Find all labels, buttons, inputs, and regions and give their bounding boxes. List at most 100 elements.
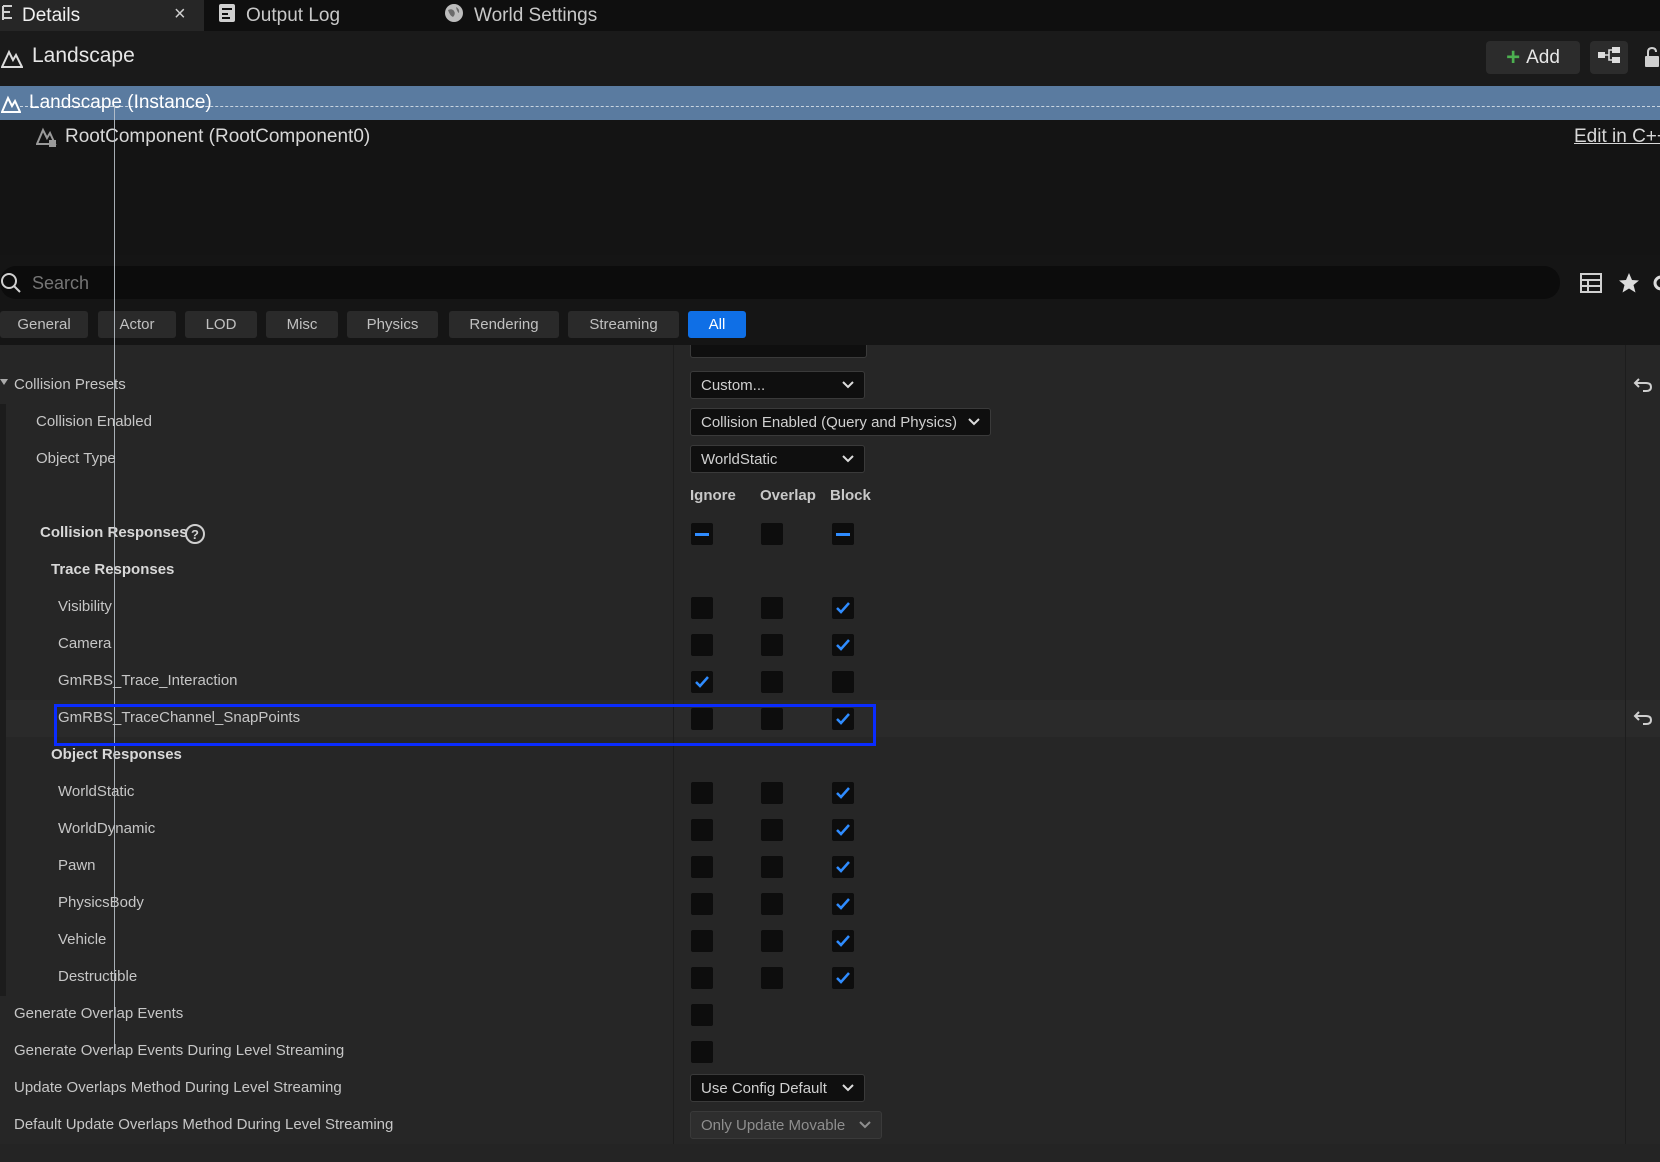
block-checkbox[interactable] [832,782,854,804]
partial-value-field[interactable] [690,345,867,358]
block-checkbox[interactable] [832,893,854,915]
checkmark-icon [836,602,850,614]
generate-overlap-streaming-label: Generate Overlap Events During Level Str… [14,1042,345,1059]
all-ignore-checkbox[interactable] [691,523,713,545]
collision-presets-dropdown[interactable]: Custom... [690,371,865,399]
update-overlaps-method-dropdown[interactable]: Use Config Default [690,1074,865,1102]
block-checkbox[interactable] [832,930,854,952]
highlight-box [54,704,876,746]
checkmark-icon [836,898,850,910]
svg-text:?: ? [191,527,199,542]
block-checkbox[interactable] [832,967,854,989]
channel-label: Pawn [58,857,96,874]
edit-in-cpp-link[interactable]: Edit in C++ [1574,126,1660,148]
all-overlap-checkbox[interactable] [761,523,783,545]
column-ignore: Ignore [690,487,736,504]
channel-label: Vehicle [58,931,107,948]
object-row-worldstatic: WorldStatic [0,774,1660,811]
tab-world-settings[interactable]: World Settings [444,0,664,31]
checkmark-icon [836,935,850,947]
checkmark-icon [836,787,850,799]
block-checkbox[interactable] [832,671,854,693]
filter-actor[interactable]: Actor [98,311,176,338]
root-component-label[interactable]: RootComponent (RootComponent0) [65,126,370,148]
property-row-object-type: Object Type WorldStatic [0,441,1660,478]
default-update-overlaps-value: Only Update Movable [701,1116,846,1134]
generate-overlap-events-checkbox[interactable] [691,1004,713,1026]
tab-output-log-label: Output Log [246,4,341,26]
tab-world-settings-label: World Settings [474,4,598,26]
generate-overlap-streaming-checkbox[interactable] [691,1041,713,1063]
overlap-checkbox[interactable] [761,634,783,656]
overlap-checkbox[interactable] [761,819,783,841]
reset-to-default-icon[interactable] [1633,376,1653,394]
ignore-checkbox[interactable] [691,967,713,989]
filter-all[interactable]: All [688,311,746,338]
property-row-trace-responses: Trace Responses [0,552,1660,589]
object-type-label: Object Type [36,450,116,467]
search-input[interactable] [30,268,1534,298]
ignore-checkbox[interactable] [691,634,713,656]
overlap-checkbox[interactable] [761,782,783,804]
help-icon[interactable]: ? [184,523,206,550]
add-component-button[interactable]: + Add [1486,41,1580,74]
overlap-checkbox[interactable] [761,856,783,878]
ignore-checkbox[interactable] [691,893,713,915]
trace-row-camera: Camera [0,626,1660,663]
overlap-checkbox[interactable] [761,671,783,693]
checkmark-icon [695,676,709,688]
filter-rendering[interactable]: Rendering [449,311,559,338]
trace-row-interaction: GmRBS_Trace_Interaction [0,663,1660,700]
search-icon [0,272,22,299]
property-matrix-icon[interactable] [1580,273,1602,298]
property-row-collision-enabled: Collision Enabled Collision Enabled (Que… [0,404,1660,441]
filter-lod[interactable]: LOD [185,311,257,338]
plus-icon: + [1506,43,1521,71]
tab-output-log[interactable]: Output Log [218,0,418,31]
property-row-collision-presets: Collision Presets Custom... [0,367,1660,404]
overlap-checkbox[interactable] [761,930,783,952]
ignore-checkbox[interactable] [691,819,713,841]
filter-misc[interactable]: Misc [266,311,338,338]
default-update-overlaps-label: Default Update Overlaps Method During Le… [14,1116,394,1133]
block-checkbox[interactable] [832,597,854,619]
close-icon[interactable]: × [174,3,186,26]
tab-details-label: Details [22,4,81,26]
blueprint-button[interactable] [1590,41,1628,74]
filter-streaming[interactable]: Streaming [568,311,679,338]
root-component-icon [35,126,58,153]
component-row-selected[interactable] [0,86,1660,120]
lock-icon[interactable] [1644,46,1660,73]
overlap-checkbox[interactable] [761,967,783,989]
filter-general[interactable]: General [0,311,88,338]
object-type-dropdown[interactable]: WorldStatic [690,445,865,473]
settings-gear-icon[interactable] [1650,272,1660,299]
default-update-overlaps-dropdown[interactable]: Only Update Movable [690,1111,882,1139]
channel-label: Visibility [58,598,112,615]
ignore-checkbox[interactable] [691,597,713,619]
collision-enabled-dropdown[interactable]: Collision Enabled (Query and Physics) [690,408,991,436]
overlap-checkbox[interactable] [761,893,783,915]
tab-details[interactable]: Details × [0,0,204,31]
overlap-checkbox[interactable] [761,597,783,619]
ignore-checkbox[interactable] [691,782,713,804]
property-row-partial [0,345,1660,367]
ignore-checkbox[interactable] [691,856,713,878]
reset-to-default-icon[interactable] [1633,709,1653,727]
all-block-checkbox[interactable] [832,523,854,545]
filter-physics[interactable]: Physics [347,311,438,338]
block-checkbox[interactable] [832,856,854,878]
component-instance-label[interactable]: Landscape (Instance) [29,92,212,114]
ignore-checkbox[interactable] [691,671,713,693]
ignore-checkbox[interactable] [691,930,713,952]
expand-arrow-icon[interactable] [0,379,8,385]
block-checkbox[interactable] [832,819,854,841]
favorites-star-icon[interactable] [1618,272,1640,299]
actor-header [0,31,1660,86]
channel-label: Destructible [58,968,138,985]
property-row-update-overlaps-method: Update Overlaps Method During Level Stre… [0,1070,1660,1107]
property-row-generate-overlap-events: Generate Overlap Events [0,996,1660,1033]
selection-divider [20,106,1660,107]
chevron-down-icon [842,1084,854,1092]
block-checkbox[interactable] [832,634,854,656]
